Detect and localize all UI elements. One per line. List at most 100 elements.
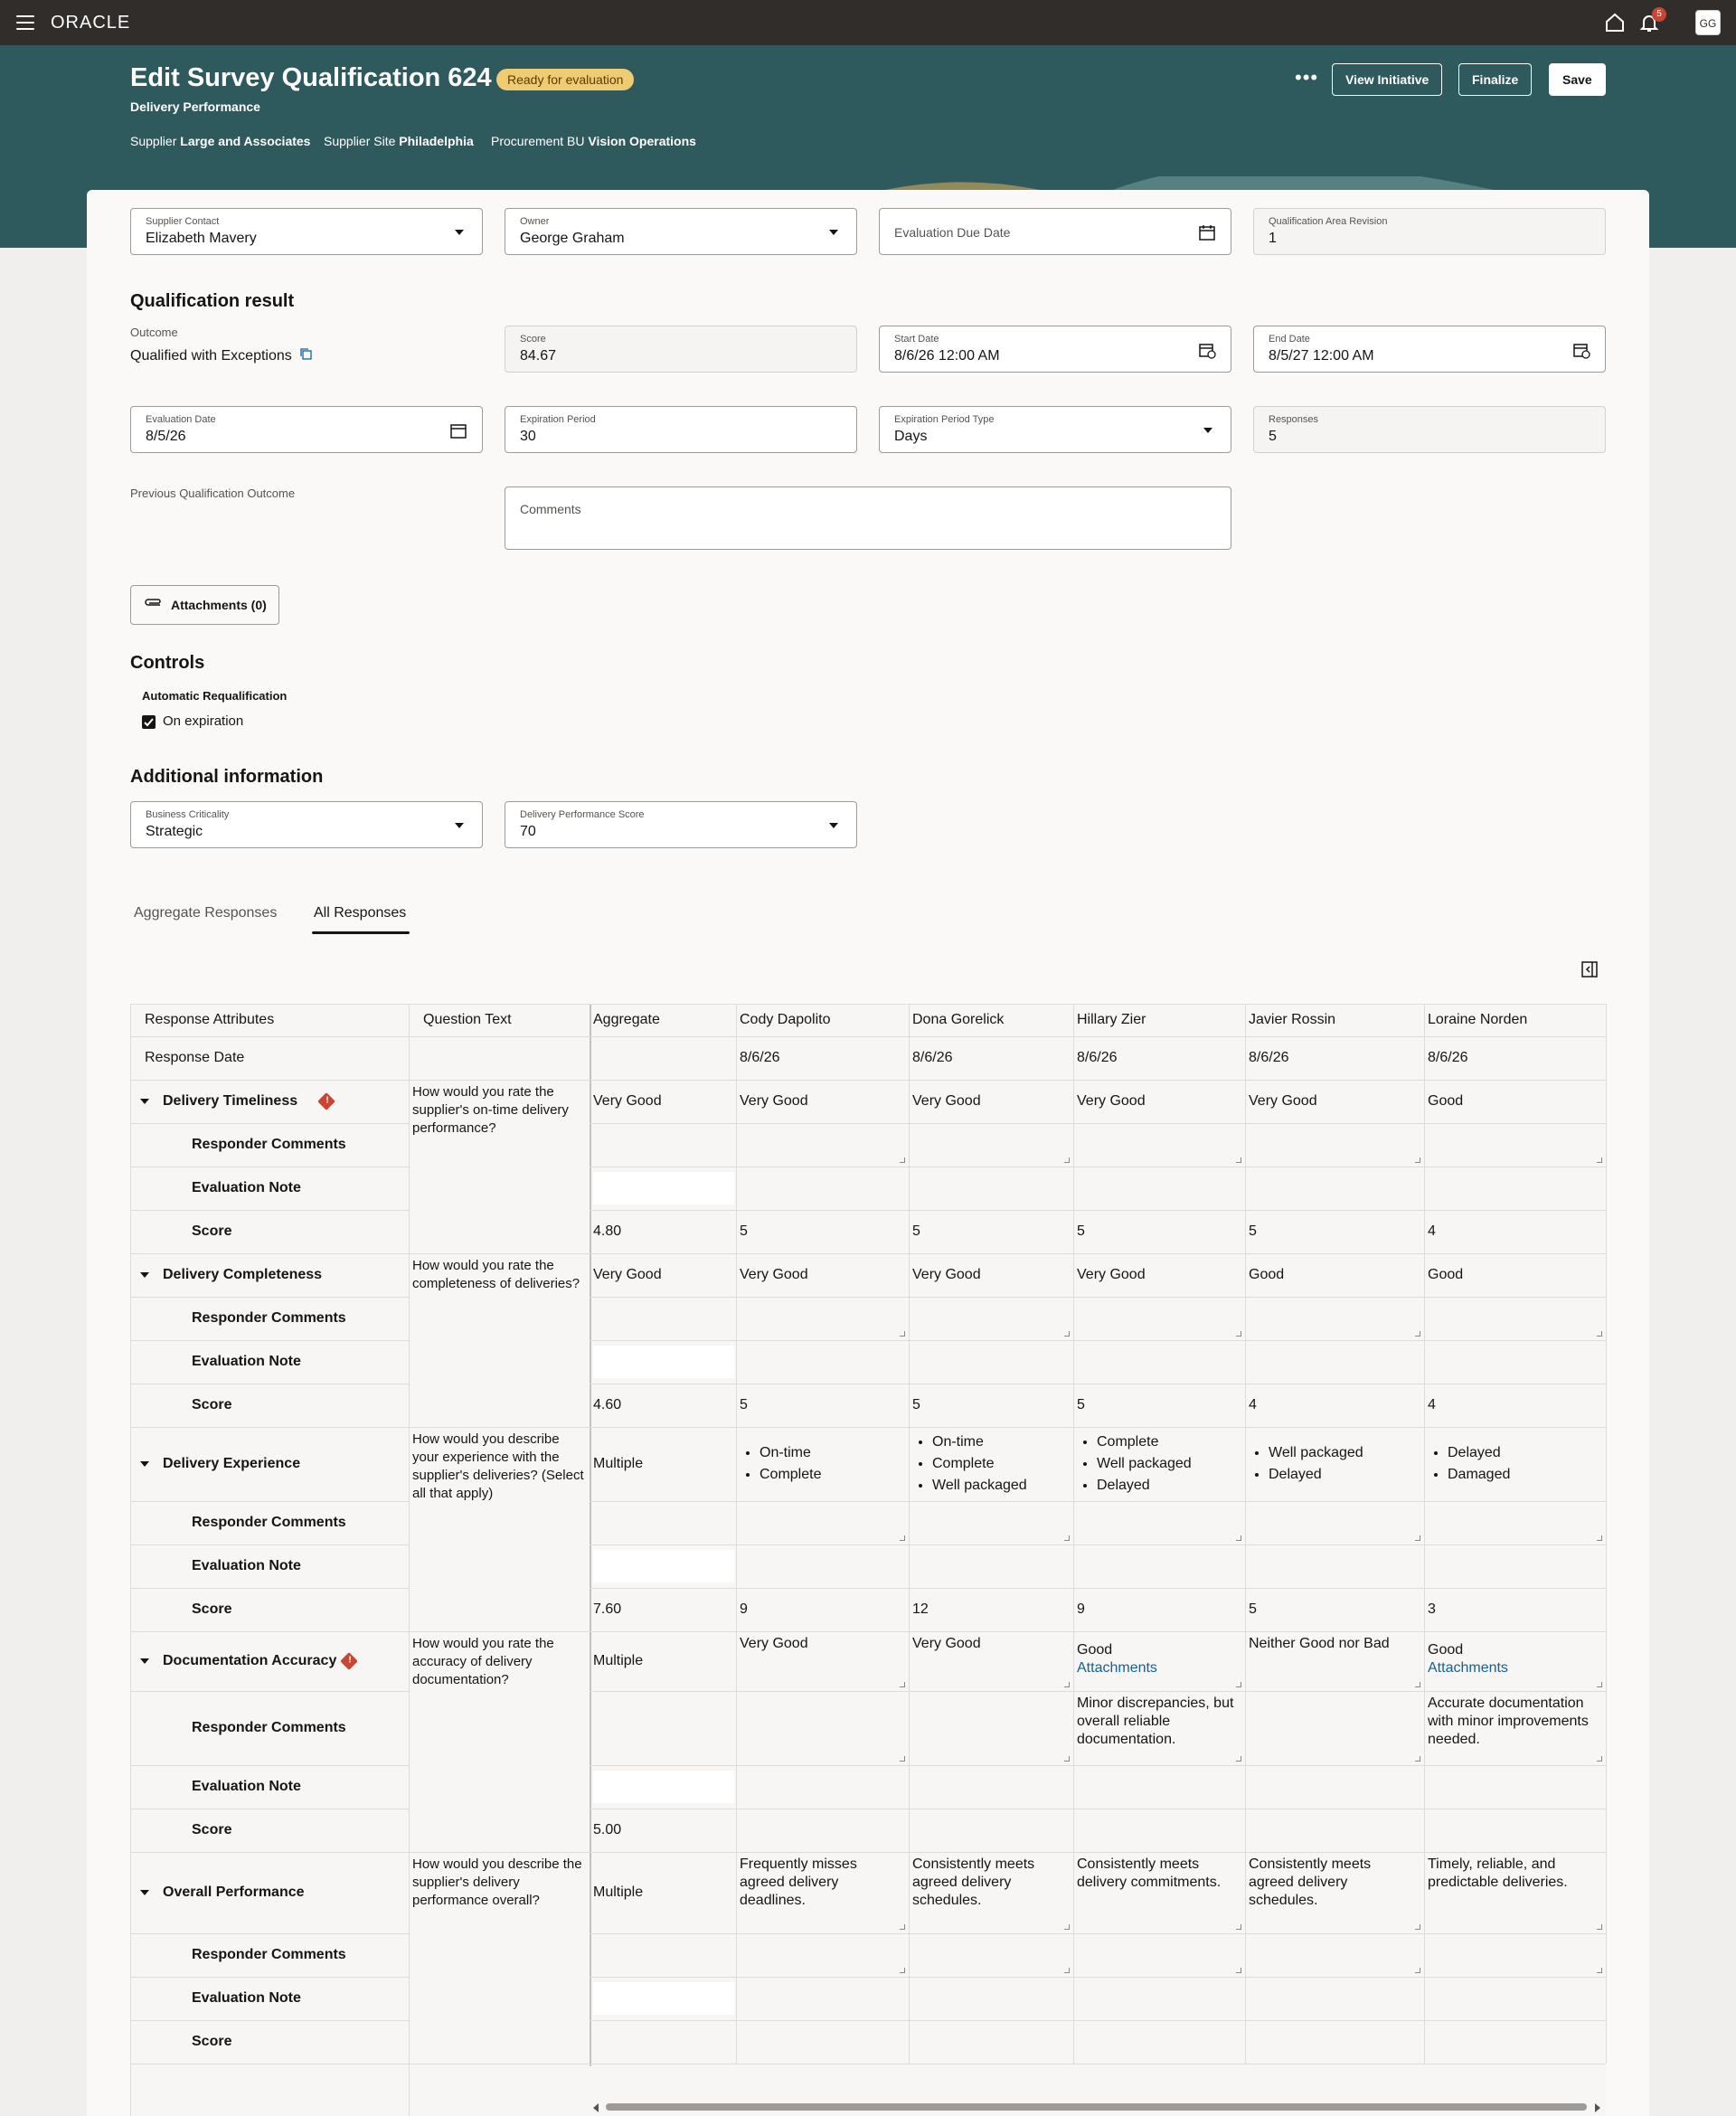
business-criticality-select[interactable]: Business Criticality Strategic	[130, 801, 483, 848]
more-actions-icon[interactable]: •••	[1295, 68, 1318, 88]
row-divider	[130, 1544, 409, 1545]
responder-comment[interactable]: Minor discrepancies, but overall reliabl…	[1077, 1695, 1240, 1749]
expand-collapse-icon[interactable]	[140, 1658, 149, 1664]
resize-handle-icon[interactable]	[1064, 1682, 1070, 1687]
resize-handle-icon[interactable]	[1597, 1331, 1602, 1337]
responder-comment[interactable]: Accurate documentation with minor improv…	[1428, 1695, 1590, 1749]
resize-handle-icon[interactable]	[1236, 1756, 1241, 1762]
evaluation-note-input[interactable]	[593, 1550, 734, 1582]
chevron-down-icon[interactable]	[829, 823, 838, 828]
answer-list-item: Well packaged	[1269, 1442, 1363, 1464]
end-date-field[interactable]: End Date 8/5/27 12:00 AM	[1253, 326, 1606, 373]
attachments-link[interactable]: Attachments	[1428, 1660, 1508, 1677]
expand-collapse-icon[interactable]	[140, 1461, 149, 1467]
resize-handle-icon[interactable]	[900, 1682, 905, 1687]
response-date: 8/6/26	[740, 1050, 780, 1065]
resize-handle-icon[interactable]	[1597, 1924, 1602, 1930]
resize-handle-icon[interactable]	[1415, 1924, 1420, 1930]
finalize-button[interactable]: Finalize	[1458, 63, 1533, 96]
chevron-down-icon[interactable]	[829, 230, 838, 235]
on-expiration-checkbox[interactable]	[142, 715, 156, 729]
resize-handle-icon[interactable]	[1236, 1968, 1241, 1973]
resize-handle-icon[interactable]	[1064, 1331, 1070, 1337]
supplier-contact-select[interactable]: Supplier Contact Elizabeth Mavery	[130, 208, 483, 255]
column-header: Response Attributes	[145, 1012, 275, 1027]
resize-handle-icon[interactable]	[1415, 1331, 1420, 1337]
delivery-performance-score-select[interactable]: Delivery Performance Score 70	[505, 801, 857, 848]
owner-select[interactable]: Owner George Graham	[505, 208, 857, 255]
resize-handle-icon[interactable]	[1415, 1756, 1420, 1762]
tab-aggregate-responses[interactable]: Aggregate Responses	[134, 905, 277, 921]
expand-collapse-icon[interactable]	[140, 1890, 149, 1895]
response-score: 5	[1249, 1601, 1257, 1617]
expiration-period-field[interactable]: Expiration Period 30	[505, 406, 857, 453]
response-score: 4	[1249, 1397, 1257, 1412]
resize-handle-icon[interactable]	[1415, 1157, 1420, 1163]
evaluation-date-field[interactable]: Evaluation Date 8/5/26	[130, 406, 483, 453]
resize-handle-icon[interactable]	[1597, 1157, 1602, 1163]
row-divider	[590, 1297, 1606, 1298]
attachments-button[interactable]: Attachments (0)	[130, 585, 279, 625]
resize-handle-icon[interactable]	[1064, 1157, 1070, 1163]
home-icon[interactable]	[1604, 12, 1626, 33]
resize-handle-icon[interactable]	[1064, 1756, 1070, 1762]
copy-icon[interactable]	[299, 347, 312, 360]
calendar-clock-icon[interactable]	[1572, 341, 1590, 359]
chevron-down-icon[interactable]	[1203, 428, 1212, 433]
question-text: How would you rate the accuracy of deliv…	[412, 1636, 554, 1687]
resize-handle-icon[interactable]	[1415, 1968, 1420, 1973]
chevron-down-icon[interactable]	[455, 230, 464, 235]
view-initiative-button[interactable]: View Initiative	[1332, 63, 1443, 96]
site-label: Supplier Site	[324, 134, 396, 148]
resize-handle-icon[interactable]	[1597, 1968, 1602, 1973]
calendar-icon[interactable]	[1198, 223, 1216, 241]
resize-handle-icon[interactable]	[1236, 1331, 1241, 1337]
owner-value: George Graham	[520, 231, 625, 246]
calendar-clock-icon[interactable]	[1198, 341, 1216, 359]
resize-handle-icon[interactable]	[1064, 1968, 1070, 1973]
start-date-field[interactable]: Start Date 8/6/26 12:00 AM	[879, 326, 1231, 373]
outcome-label: Outcome	[130, 326, 178, 339]
comments-textarea[interactable]: Comments	[505, 486, 1231, 550]
menu-icon[interactable]	[16, 15, 34, 30]
user-avatar[interactable]: GG	[1695, 10, 1721, 35]
evaluation-note-input[interactable]	[593, 1346, 734, 1378]
expiration-period-type-select[interactable]: Expiration Period Type Days	[879, 406, 1231, 453]
save-button[interactable]: Save	[1549, 63, 1606, 96]
resize-handle-icon[interactable]	[1236, 1157, 1241, 1163]
evaluation-note-input[interactable]	[593, 1982, 734, 2015]
resize-handle-icon[interactable]	[1415, 1535, 1420, 1541]
tab-all-responses[interactable]: All Responses	[314, 905, 406, 921]
evaluation-note-input[interactable]	[593, 1771, 734, 1803]
column-divider	[1424, 1004, 1425, 2064]
attachments-link[interactable]: Attachments	[1077, 1660, 1157, 1677]
expand-collapse-icon[interactable]	[140, 1272, 149, 1278]
scroll-right-arrow-icon[interactable]	[1595, 2103, 1600, 2112]
resize-handle-icon[interactable]	[1597, 1756, 1602, 1762]
resize-handle-icon[interactable]	[900, 1331, 905, 1337]
resize-handle-icon[interactable]	[900, 1924, 905, 1930]
resize-handle-icon[interactable]	[1597, 1535, 1602, 1541]
resize-handle-icon[interactable]	[1064, 1924, 1070, 1930]
resize-handle-icon[interactable]	[1064, 1535, 1070, 1541]
resize-handle-icon[interactable]	[1415, 1682, 1420, 1687]
scroll-left-arrow-icon[interactable]	[593, 2103, 599, 2112]
horizontal-scrollbar[interactable]	[606, 2103, 1587, 2111]
resize-handle-icon[interactable]	[1236, 1535, 1241, 1541]
resize-handle-icon[interactable]	[900, 1968, 905, 1973]
question-text: How would you describe your experience w…	[412, 1431, 584, 1501]
resize-handle-icon[interactable]	[1597, 1682, 1602, 1687]
resize-handle-icon[interactable]	[900, 1535, 905, 1541]
resize-handle-icon[interactable]	[1236, 1924, 1241, 1930]
evaluation-due-date-field[interactable]: Evaluation Due Date	[879, 208, 1231, 255]
collapse-panel-icon[interactable]	[1581, 961, 1598, 978]
chevron-down-icon[interactable]	[455, 823, 464, 828]
resize-handle-icon[interactable]	[900, 1157, 905, 1163]
evaluation-note-label: Evaluation Note	[192, 1990, 301, 2006]
calendar-icon[interactable]	[449, 421, 467, 439]
expand-collapse-icon[interactable]	[140, 1099, 149, 1104]
notification-count-badge: 5	[1652, 7, 1666, 22]
resize-handle-icon[interactable]	[1236, 1682, 1241, 1687]
resize-handle-icon[interactable]	[900, 1756, 905, 1762]
evaluation-note-input[interactable]	[593, 1172, 734, 1204]
